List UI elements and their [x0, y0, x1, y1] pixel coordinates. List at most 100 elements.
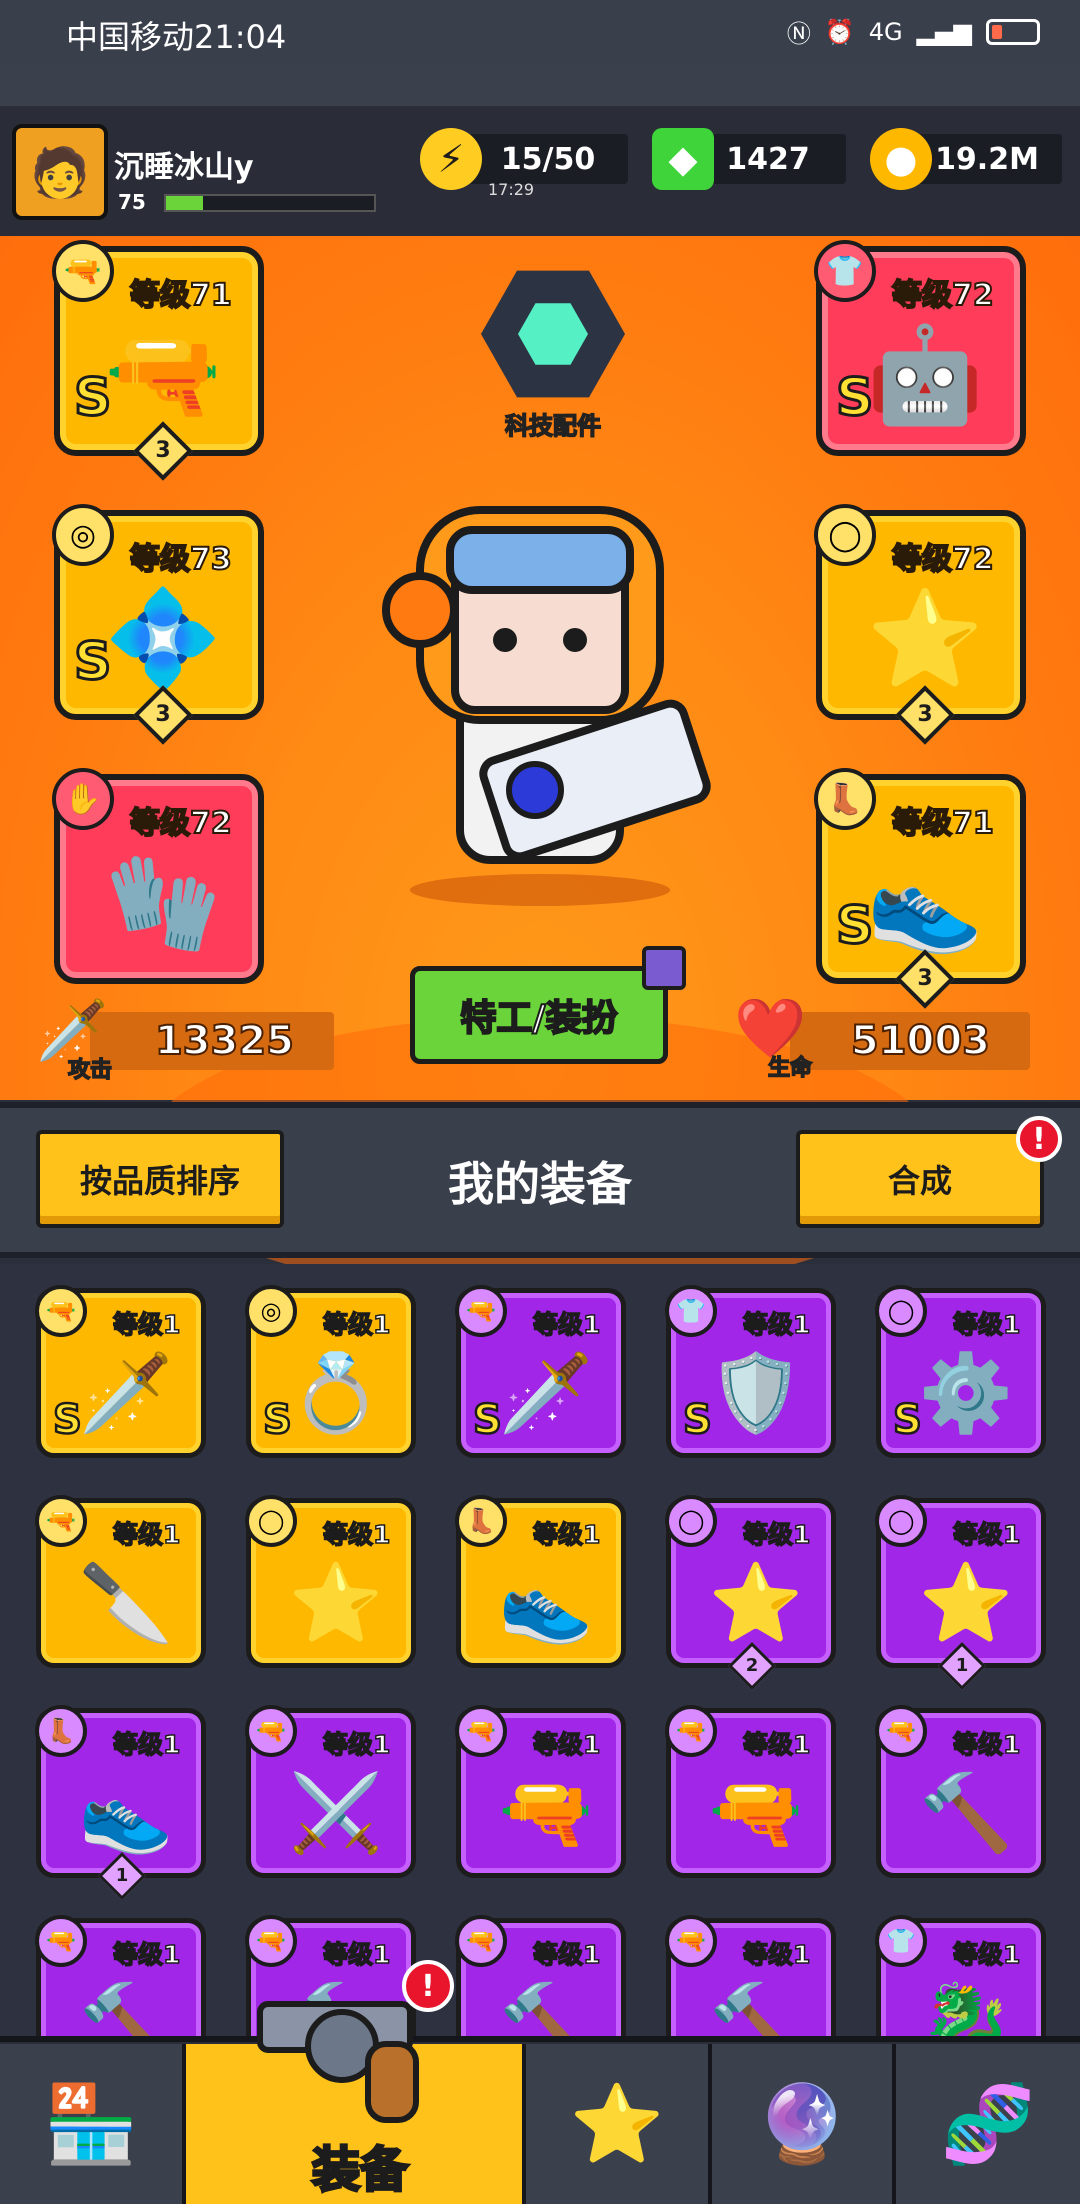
slot-level: 等级73	[129, 541, 233, 578]
item-level: 等级1	[952, 1729, 1021, 1760]
weapon-icon: 🔫	[245, 1705, 297, 1757]
metal-glove-icon: 🧤	[104, 849, 222, 958]
weapon-icon: 🔫	[455, 1285, 507, 1337]
slot-level: 等级71	[891, 805, 995, 842]
equipped-slot-necklace[interactable]: ◎ 等级73 💠 S 3	[52, 504, 264, 745]
inventory-item[interactable]: 🔫 等级1 🔪	[35, 1495, 206, 1668]
grade-label: S	[72, 631, 112, 694]
costume-button[interactable]: 特工/装扮	[410, 966, 668, 1064]
inventory-item[interactable]: 🔫 等级1 🔫	[455, 1705, 626, 1878]
belt-icon: ◯	[875, 1285, 927, 1337]
item-level: 等级1	[742, 1519, 811, 1550]
inventory-item[interactable]: 🔫 等级1 🔨	[35, 1915, 206, 2036]
item-art-icon: 🗡️	[78, 1348, 174, 1437]
armor-icon: 👕	[875, 1915, 927, 1967]
grade-label: S	[472, 1396, 503, 1445]
player-name: 沉睡冰山y	[114, 150, 254, 185]
equipped-slot-belt[interactable]: ◯ 等级72 ⭐ 3	[814, 504, 1026, 745]
network-type: 4G	[868, 17, 903, 46]
equipped-slot-armor[interactable]: 👕 等级72 🤖 S	[814, 240, 1026, 456]
necklace-icon: ◎	[52, 504, 114, 566]
weapon-icon: 🔫	[52, 240, 114, 302]
inventory-item[interactable]: 🔫 等级1 🔨	[875, 1705, 1046, 1878]
avatar[interactable]: 🧑	[12, 124, 108, 220]
alarm-icon: ⏰	[824, 17, 855, 46]
item-art-icon: 🔫	[708, 1768, 804, 1857]
xp-bar	[164, 194, 376, 212]
inventory-item[interactable]: 👢 等级1 👟 1	[35, 1705, 206, 1901]
item-art-icon: 👟	[498, 1558, 594, 1647]
merge-button[interactable]: 合成	[796, 1130, 1044, 1228]
inventory-item[interactable]: ◎ 等级1 💍 S	[245, 1285, 416, 1458]
inventory-grid: 🔫 等级1 🗡️ S ◎ 等级1 💍 S 🔫 等级1 🗡️ S 👕 等级1 🛡️ S ◯ 等级1 ⚙️ S 🔫 等级1 🔪 ◯…	[0, 1264, 1080, 2036]
inventory-item[interactable]: 👢 等级1 👟	[455, 1495, 626, 1668]
item-art-icon: 🗡️	[498, 1348, 594, 1437]
tab-evolve[interactable]: 🧬	[896, 2044, 1080, 2204]
armor-icon: 👕	[814, 240, 876, 302]
equipment-title: 我的装备	[448, 1157, 632, 1211]
attack-label: 攻击	[67, 1057, 113, 1084]
sort-by-quality-button[interactable]: 按品质排序	[36, 1130, 284, 1228]
armor-icon: 👕	[665, 1285, 717, 1337]
inventory-item[interactable]: 🔫 等级1 🔨	[665, 1915, 836, 2036]
equipped-slot-boots[interactable]: 👢 等级71 👟 S 3	[814, 768, 1026, 1009]
lightning-icon[interactable]: ⚡	[420, 128, 482, 190]
weapon-icon: 🔫	[35, 1285, 87, 1337]
green-gem-icon[interactable]: ◆	[652, 128, 714, 190]
hp-value: 51003	[790, 1012, 1030, 1070]
crossed-swords-star-icon: ⭐	[569, 2079, 665, 2168]
inventory-item[interactable]: ◯ 等级1 ⭐ 1	[875, 1495, 1046, 1691]
weapon-icon: 🔫	[875, 1705, 927, 1757]
dna-capsule-icon: 🧬	[940, 2079, 1036, 2168]
grade-label: S	[682, 1396, 713, 1445]
item-art-icon: 💍	[288, 1348, 384, 1437]
inventory-item[interactable]: 👕 等级1 🐉	[875, 1915, 1046, 2036]
inventory-item[interactable]: 🔫 等级1 ⚔️	[245, 1705, 416, 1878]
equipped-slot-weapon[interactable]: 🔫 等级71 🔫 S 3	[52, 240, 264, 481]
inventory-item[interactable]: 🔫 等级1 🗡️ S	[35, 1285, 206, 1458]
weapon-icon: 🔫	[455, 1705, 507, 1757]
item-level: 等级1	[112, 1939, 181, 1970]
stars-ball-icon: 🔮	[754, 2079, 850, 2168]
weapon-icon: 🔫	[665, 1915, 717, 1967]
inventory-item[interactable]: ◯ 等级1 ⚙️ S	[875, 1285, 1046, 1458]
energy-timer: 17:29	[488, 180, 535, 199]
xp-bar-fill	[166, 196, 204, 210]
coin-counter[interactable]: 19.2M	[912, 134, 1062, 184]
inventory-item[interactable]: 🔫 等级1 🗡️ S	[455, 1285, 626, 1458]
tech-parts-button[interactable]: 科技配件	[478, 262, 628, 441]
merge-alert-icon: !	[1016, 1116, 1062, 1162]
grade-label: S	[262, 1396, 293, 1445]
item-art-icon: 🔫	[498, 1768, 594, 1857]
hero-character	[382, 506, 711, 906]
inventory-item[interactable]: 🔫 等级1 🔨	[455, 1915, 626, 2036]
inventory-item[interactable]: 👕 等级1 🛡️ S	[665, 1285, 836, 1458]
item-level: 等级1	[112, 1519, 181, 1550]
tab-shop[interactable]: 🏪	[0, 2044, 186, 2204]
tab-arena[interactable]: ⭐	[526, 2044, 712, 2204]
attack-value: 13325	[90, 1012, 334, 1070]
weapon-icon: 🔫	[245, 1915, 297, 1967]
grade-label: S	[892, 1396, 923, 1445]
slot-level: 等级72	[891, 277, 995, 314]
inventory-item[interactable]: ◯ 等级1 ⭐ 2	[665, 1495, 836, 1691]
item-level: 等级1	[532, 1729, 601, 1760]
tab-events[interactable]: 🔮	[712, 2044, 896, 2204]
inventory-item[interactable]: ◯ 等级1 ⭐	[245, 1495, 416, 1668]
item-art-icon: ⚔️	[288, 1768, 384, 1857]
inventory-item[interactable]: 🔫 等级1 🔫	[665, 1705, 836, 1878]
item-art-icon: ⭐	[288, 1558, 384, 1647]
glove-icon: ✋	[52, 768, 114, 830]
grade-label: S	[72, 367, 112, 430]
item-level: 等级1	[532, 1939, 601, 1970]
item-level: 等级1	[112, 1309, 181, 1340]
equipped-slot-glove[interactable]: ✋ 等级72 🧤	[52, 768, 264, 984]
coin-icon[interactable]: ●	[870, 128, 932, 190]
item-art-icon: 🔨	[918, 1768, 1014, 1857]
belt-icon: ◯	[875, 1495, 927, 1547]
item-level: 等级1	[742, 1309, 811, 1340]
slot-level: 等级72	[129, 805, 233, 842]
item-art-icon: 🐉	[918, 1978, 1014, 2036]
slot-level: 等级72	[891, 541, 995, 578]
energy-counter[interactable]: 15/50	[468, 134, 628, 184]
